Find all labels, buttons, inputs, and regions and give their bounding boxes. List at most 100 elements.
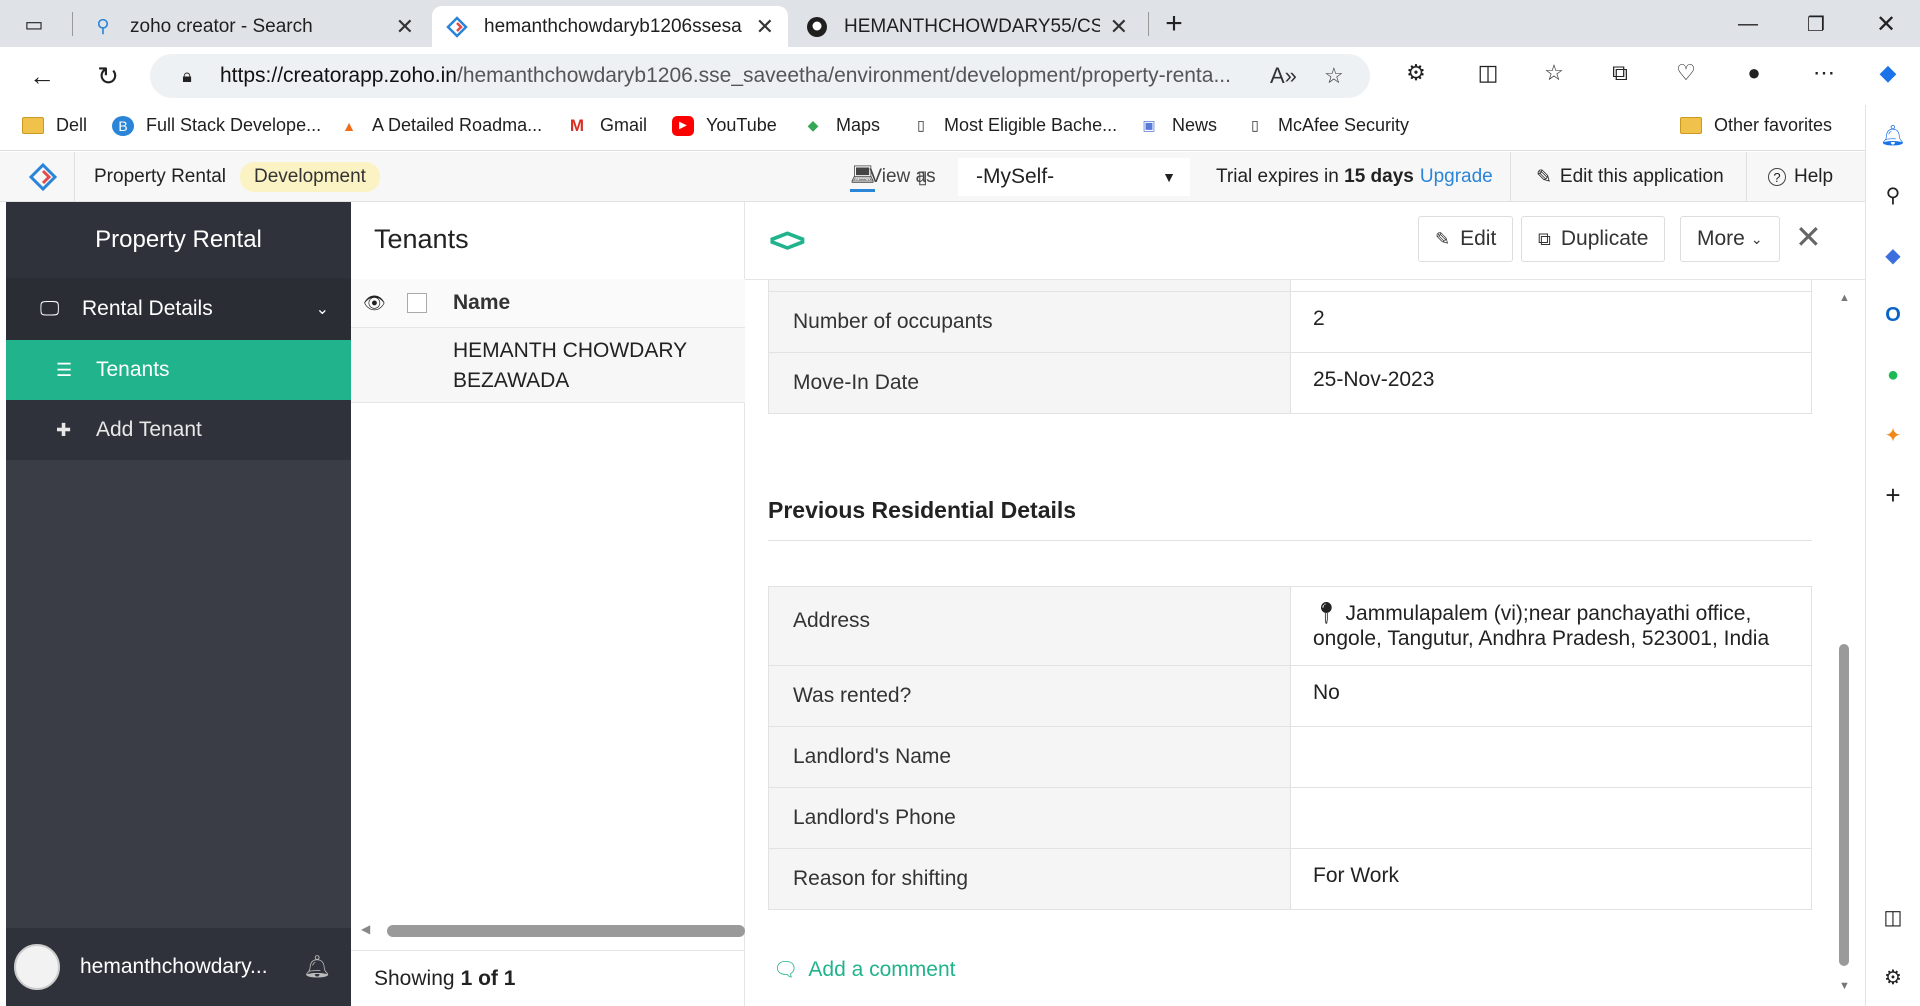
settings-gear-icon[interactable]: ⚙ <box>1877 961 1909 993</box>
bookmark-maps[interactable]: ◆ Maps <box>802 115 880 136</box>
help-icon: ? <box>1768 168 1786 186</box>
back-icon[interactable]: ← <box>22 56 62 96</box>
bookmark-dell[interactable]: Dell <box>22 115 87 136</box>
close-tab-icon[interactable]: ✕ <box>396 14 414 40</box>
sidebar-item-tenants[interactable]: ☰ Tenants <box>6 340 351 400</box>
hide-sidebar-icon[interactable]: ◫ <box>1877 901 1909 933</box>
bookmark-mcafee[interactable]: ▯ McAfee Security <box>1244 115 1409 136</box>
bookmark-gmail[interactable]: M Gmail <box>566 115 647 136</box>
bookmark-roadmap[interactable]: ▲ A Detailed Roadma... <box>338 115 542 136</box>
search-icon[interactable]: ⚲ <box>1877 179 1909 211</box>
url-text[interactable]: https://creatorapp.zoho.in/hemanthchowda… <box>220 64 1240 88</box>
field-group-previous-residence: Address 📍︎ Jammulapalem (vi);near pancha… <box>768 586 1812 910</box>
notification-bell-icon[interactable]: 🔔︎ <box>303 954 331 980</box>
chevron-down-icon: ⌄ <box>315 301 329 318</box>
tab-search[interactable]: ⚲ zoho creator - Search ✕ <box>78 6 428 47</box>
field-value-address: 📍︎ Jammulapalem (vi);near panchayathi of… <box>1291 587 1811 665</box>
bookmark-roadmap-icon: ▲ <box>342 117 356 134</box>
add-comment-link[interactable]: 🗨︎ Add a comment <box>773 957 955 982</box>
duplicate-button[interactable]: ⧉ Duplicate <box>1521 216 1666 262</box>
tag-icon[interactable]: ◆ <box>1877 239 1909 271</box>
pencil-icon: ✎ <box>1536 166 1552 188</box>
select-all-checkbox[interactable] <box>407 293 427 313</box>
edit-label: Edit <box>1460 227 1497 250</box>
folder-icon <box>22 117 44 134</box>
lock-icon[interactable]: 🔒︎ <box>164 66 210 87</box>
more-button[interactable]: More ⌄ <box>1680 216 1780 262</box>
vertical-scrollbar[interactable]: ▲ ▼ <box>1837 292 1851 992</box>
help-button[interactable]: ? Help <box>1768 152 1833 202</box>
add-sidebar-app-icon[interactable]: + <box>1877 479 1909 511</box>
bookmark-most-eligible[interactable]: ▯ Most Eligible Bache... <box>910 115 1117 136</box>
bookmark-news[interactable]: ▣ News <box>1138 115 1217 136</box>
collections-icon[interactable]: ⧉ <box>1604 60 1636 86</box>
bookmark-label: News <box>1172 115 1218 135</box>
tab-actions-icon[interactable]: ▭ <box>14 6 54 42</box>
scroll-left-icon[interactable]: ◀ <box>361 922 370 936</box>
sidebar-section-rental-details[interactable]: 🖵︎ Rental Details ⌄ <box>6 278 351 340</box>
page-icon: ▯ <box>1251 117 1259 133</box>
profile-icon[interactable]: ● <box>1738 60 1770 86</box>
table-row[interactable]: HEMANTH CHOWDARY BEZAWADA <box>351 328 745 403</box>
scrollbar-thumb[interactable] <box>1839 644 1849 966</box>
more-menu-icon[interactable]: ⋯ <box>1808 60 1840 86</box>
tab-github[interactable]: HEMANTHCHOWDARY55/CSA15 ✕ <box>792 6 1142 47</box>
field-row: Was rented? No <box>769 666 1811 727</box>
scroll-up-icon[interactable]: ▲ <box>1839 292 1850 304</box>
column-header-name[interactable]: Name <box>453 291 510 315</box>
news-icon: ▣ <box>1142 117 1156 133</box>
upgrade-link[interactable]: Upgrade <box>1420 166 1493 188</box>
restore-icon[interactable]: ❐ <box>1796 6 1836 42</box>
app-name[interactable]: Property Rental <box>94 152 226 202</box>
window-close-icon[interactable]: ✕ <box>1866 6 1906 42</box>
close-tab-icon[interactable]: ✕ <box>756 14 774 40</box>
close-icon[interactable]: ✕ <box>1795 218 1822 256</box>
code-icon[interactable]: <> <box>769 222 806 261</box>
duplicate-label: Duplicate <box>1560 227 1649 250</box>
browser-tab-bar: ▭ ⚲ zoho creator - Search ✕ hemanthchowd… <box>0 0 1920 47</box>
view-as-select[interactable]: -MySelf- ▼ <box>958 158 1190 196</box>
refresh-icon[interactable]: ↻ <box>88 56 128 96</box>
edit-application-button[interactable]: ✎ Edit this application <box>1536 152 1724 202</box>
minimize-icon[interactable]: — <box>1728 6 1768 42</box>
tab-title: zoho creator - Search <box>130 15 313 37</box>
favorites-icon[interactable]: ☆ <box>1538 60 1570 86</box>
tab-zoho-app[interactable]: hemanthchowdaryb1206ssesa - P ✕ <box>432 6 788 47</box>
horizontal-scrollbar[interactable]: ◀ <box>361 922 745 938</box>
copilot-icon[interactable]: ◆ <box>1872 60 1904 86</box>
browser-essentials-icon[interactable]: ♡ <box>1670 60 1702 86</box>
read-aloud-icon[interactable]: A» <box>1270 63 1297 89</box>
close-tab-icon[interactable]: ✕ <box>1110 14 1128 40</box>
address-bar[interactable]: 🔒︎ https://creatorapp.zoho.in/hemanthcho… <box>150 54 1370 98</box>
user-profile[interactable]: hemanthchowdary... 🔔︎ <box>6 928 351 1006</box>
extensions-icon[interactable]: ⚙ <box>1400 60 1432 86</box>
favorite-star-icon[interactable]: ☆ <box>1324 63 1344 89</box>
edit-button[interactable]: ✎ Edit <box>1418 216 1514 262</box>
youtube-icon: ▶ <box>672 115 694 136</box>
bookmark-youtube[interactable]: ▶ YouTube <box>672 115 777 136</box>
sidebar-item-label: Add Tenant <box>96 418 202 441</box>
location-pin-icon: 📍︎ <box>1313 602 1340 625</box>
comment-icon: 🗨︎ <box>773 959 799 981</box>
help-label: Help <box>1794 166 1834 187</box>
avatar[interactable] <box>14 944 60 990</box>
split-screen-icon[interactable]: ◫ <box>1472 60 1504 86</box>
new-tab-button[interactable]: + <box>1154 6 1194 42</box>
view-as-toggle[interactable]: 💻︎ View as ▯ <box>850 152 936 202</box>
games-icon[interactable]: ✦ <box>1877 419 1909 451</box>
other-favorites[interactable]: Other favorites <box>1680 115 1832 136</box>
eye-icon[interactable]: 👁︎ <box>363 293 386 314</box>
scrollbar-thumb[interactable] <box>387 925 745 937</box>
field-value <box>1291 727 1811 787</box>
spotify-icon[interactable]: ● <box>1877 359 1909 391</box>
sidebar-item-add-tenant[interactable]: ✚ Add Tenant <box>6 400 351 460</box>
environment-badge[interactable]: Development <box>240 162 380 192</box>
maps-icon: ◆ <box>807 117 819 133</box>
field-row: Landlord's Phone <box>769 788 1811 849</box>
bookmark-full-stack[interactable]: B Full Stack Develope... <box>112 115 321 136</box>
scroll-down-icon[interactable]: ▼ <box>1839 980 1850 992</box>
app-logo-icon[interactable] <box>28 152 58 202</box>
field-row: Address 📍︎ Jammulapalem (vi);near pancha… <box>769 587 1811 666</box>
outlook-icon[interactable]: O <box>1877 299 1909 331</box>
notification-bell-icon[interactable]: 🔔︎ <box>1877 119 1909 151</box>
